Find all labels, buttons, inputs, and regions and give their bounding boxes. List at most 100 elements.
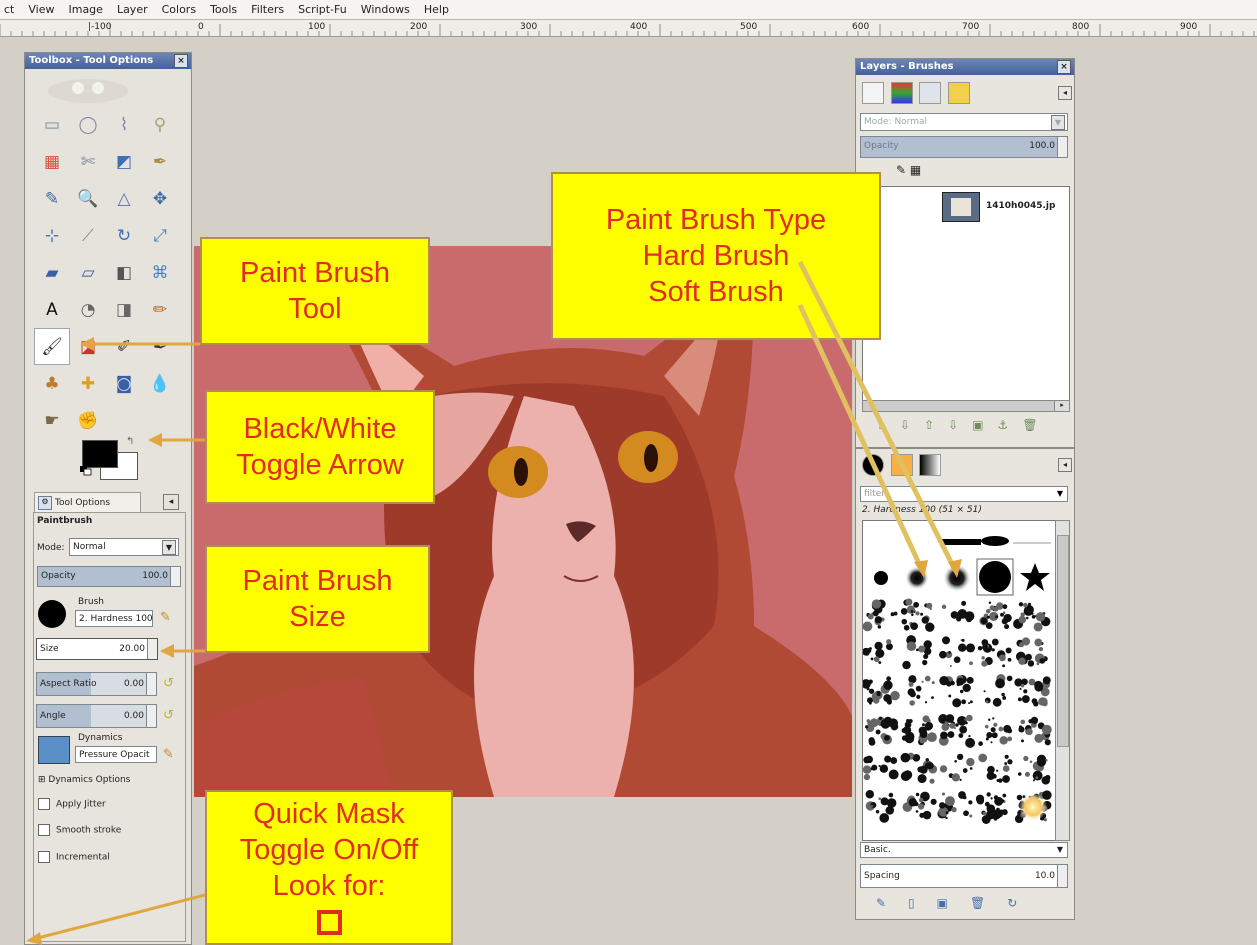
scale-icon[interactable]: ⤢ — [142, 217, 178, 254]
foreground-select-icon[interactable]: ◩ — [106, 143, 142, 180]
dodge-burn-icon[interactable]: ✊ — [70, 402, 106, 439]
eraser-icon[interactable]: ◪ — [70, 328, 106, 365]
apply-jitter-checkbox[interactable]: Apply Jitter — [38, 798, 106, 810]
layers-hscrollbar[interactable] — [862, 400, 1056, 412]
crop-icon[interactable]: ⟋ — [70, 217, 106, 254]
size-spinner[interactable] — [147, 639, 157, 659]
foreground-color-swatch[interactable] — [82, 440, 118, 468]
smudge-icon[interactable]: ☛ — [34, 402, 70, 439]
layers-menu-icon[interactable]: ◂ — [1058, 86, 1072, 100]
undo-tab-icon[interactable] — [947, 82, 970, 104]
layers-tab-icon[interactable] — [862, 82, 884, 104]
channels-tab-icon[interactable] — [890, 82, 913, 104]
rect-select-icon[interactable]: ▭ — [34, 106, 70, 143]
dynamics-icon[interactable] — [38, 736, 70, 764]
angle-spinner[interactable] — [146, 705, 156, 727]
pencil-icon[interactable]: ✏ — [142, 291, 178, 328]
brush-preview[interactable] — [38, 600, 66, 628]
blend-icon[interactable]: ◨ — [106, 291, 142, 328]
aspect-ratio-slider[interactable]: Aspect Ratio 0.00 — [36, 672, 157, 696]
paths-tab-icon[interactable] — [919, 82, 941, 104]
heal-icon[interactable]: ✚ — [70, 365, 106, 402]
layers-close-icon[interactable]: × — [1057, 60, 1071, 74]
rotate-icon[interactable]: ↻ — [106, 217, 142, 254]
opacity-spinner[interactable] — [170, 567, 180, 586]
text-icon[interactable]: A — [34, 291, 70, 328]
tab-menu-icon[interactable]: ◂ — [163, 494, 179, 510]
toolbox-title-bar[interactable]: Toolbox - Tool Options × — [25, 53, 191, 69]
menu-item-ct[interactable]: ct — [4, 3, 14, 16]
menu-item-tools[interactable]: Tools — [210, 3, 237, 16]
patterns-tab-icon[interactable] — [890, 454, 913, 476]
layer-name[interactable]: 1410h0045.jp — [986, 201, 1055, 211]
mode-select[interactable]: Normal ▼ — [69, 538, 179, 556]
clone-icon[interactable]: ♣ — [34, 365, 70, 402]
toolbox-close-icon[interactable]: × — [174, 54, 188, 68]
perspective-icon[interactable]: ▱ — [70, 254, 106, 291]
lock-icons[interactable]: ✎ ▦ — [896, 163, 921, 177]
dynamics-options-expander[interactable]: ⊞ Dynamics Options — [38, 775, 130, 785]
brush-scrollbar[interactable] — [1055, 520, 1070, 841]
ink-icon[interactable]: ✒ — [142, 328, 178, 365]
smooth-stroke-checkbox[interactable]: Smooth stroke — [38, 824, 121, 836]
dynamics-field[interactable]: Pressure Opacit — [75, 746, 157, 763]
menu-item-help[interactable]: Help — [424, 3, 449, 16]
align-icon[interactable]: ⊹ — [34, 217, 70, 254]
move-icon[interactable]: ✥ — [142, 180, 178, 217]
aspect-ratio-spinner[interactable] — [146, 673, 156, 695]
blur-icon[interactable]: 💧 — [142, 365, 178, 402]
menu-item-image[interactable]: Image — [68, 3, 102, 16]
gradients-tab-icon[interactable] — [919, 454, 941, 476]
layer-opacity-spinner[interactable] — [1057, 137, 1067, 157]
color-select-icon[interactable]: ▦ — [34, 143, 70, 180]
menu-item-windows[interactable]: Windows — [361, 3, 410, 16]
scroll-right-icon[interactable]: ▸ — [1054, 400, 1070, 412]
dynamics-edit-icon[interactable]: ✎ — [163, 747, 174, 762]
shear-icon[interactable]: ▰ — [34, 254, 70, 291]
angle-reset-icon[interactable]: ↺ — [163, 708, 174, 723]
aspect-reset-icon[interactable]: ↺ — [163, 676, 174, 691]
scissors-select-icon[interactable]: ✄ — [70, 143, 106, 180]
airbrush-icon[interactable]: ✐ — [106, 328, 142, 365]
brush-speck — [872, 610, 879, 617]
swap-colors-icon[interactable]: ↰ — [126, 436, 134, 447]
angle-slider[interactable]: Angle 0.00 — [36, 704, 157, 728]
menu-item-script-fu[interactable]: Script-Fu — [298, 3, 347, 16]
opacity-slider[interactable]: Opacity 100.0 — [37, 566, 181, 587]
paintbrush-icon[interactable]: 🖌 — [34, 328, 70, 365]
menu-item-filters[interactable]: Filters — [251, 3, 284, 16]
reset-colors-icon[interactable] — [80, 466, 92, 476]
brush-speck — [912, 754, 921, 762]
zoom-icon[interactable]: 🔍 — [70, 180, 106, 217]
layer-mode-select[interactable]: Mode: Normal ▼ — [860, 113, 1068, 131]
paths-icon[interactable]: ✒ — [142, 143, 178, 180]
brush-action-buttons[interactable]: ✎▯▣🗑↻ — [876, 896, 1039, 910]
ellipse-select-icon[interactable]: ◯ — [70, 106, 106, 143]
cage-icon[interactable]: ⌘ — [142, 254, 178, 291]
color-picker-icon[interactable]: ✎ — [34, 180, 70, 217]
brushes-tab-icon[interactable] — [862, 454, 884, 476]
menu-item-view[interactable]: View — [28, 3, 54, 16]
perspective-clone-icon[interactable]: ◙ — [106, 365, 142, 402]
layer-action-buttons[interactable]: ⇧⇩⇧⇩▣⚓🗑 — [876, 418, 1052, 432]
free-select-icon[interactable]: ⌇ — [106, 106, 142, 143]
brush-speck — [945, 714, 955, 723]
brush-name-field[interactable]: 2. Hardness 100 — [75, 610, 153, 627]
menu-item-layer[interactable]: Layer — [117, 3, 148, 16]
brushes-menu-icon[interactable]: ◂ — [1058, 458, 1072, 472]
brush-speck — [890, 757, 898, 765]
menu-item-colors[interactable]: Colors — [162, 3, 196, 16]
brush-edit-icon[interactable]: ✎ — [160, 610, 171, 625]
brush-preset-select[interactable]: Basic. ▼ — [860, 842, 1068, 858]
layer-opacity-slider[interactable]: Opacity 100.0 — [860, 136, 1068, 158]
measure-icon[interactable]: △ — [106, 180, 142, 217]
layers-title-bar[interactable]: Layers - Brushes × — [856, 59, 1074, 75]
flip-icon[interactable]: ◧ — [106, 254, 142, 291]
bucket-fill-icon[interactable]: ◔ — [70, 291, 106, 328]
spacing-field[interactable]: Spacing 10.0 — [860, 864, 1068, 888]
size-field[interactable]: Size 20.00 — [36, 638, 158, 660]
spacing-spinner[interactable] — [1057, 865, 1067, 887]
incremental-checkbox[interactable]: Incremental — [38, 851, 110, 863]
brush-filter-select[interactable]: filter ▼ — [860, 486, 1068, 502]
fuzzy-select-icon[interactable]: ⚲ — [142, 106, 178, 143]
